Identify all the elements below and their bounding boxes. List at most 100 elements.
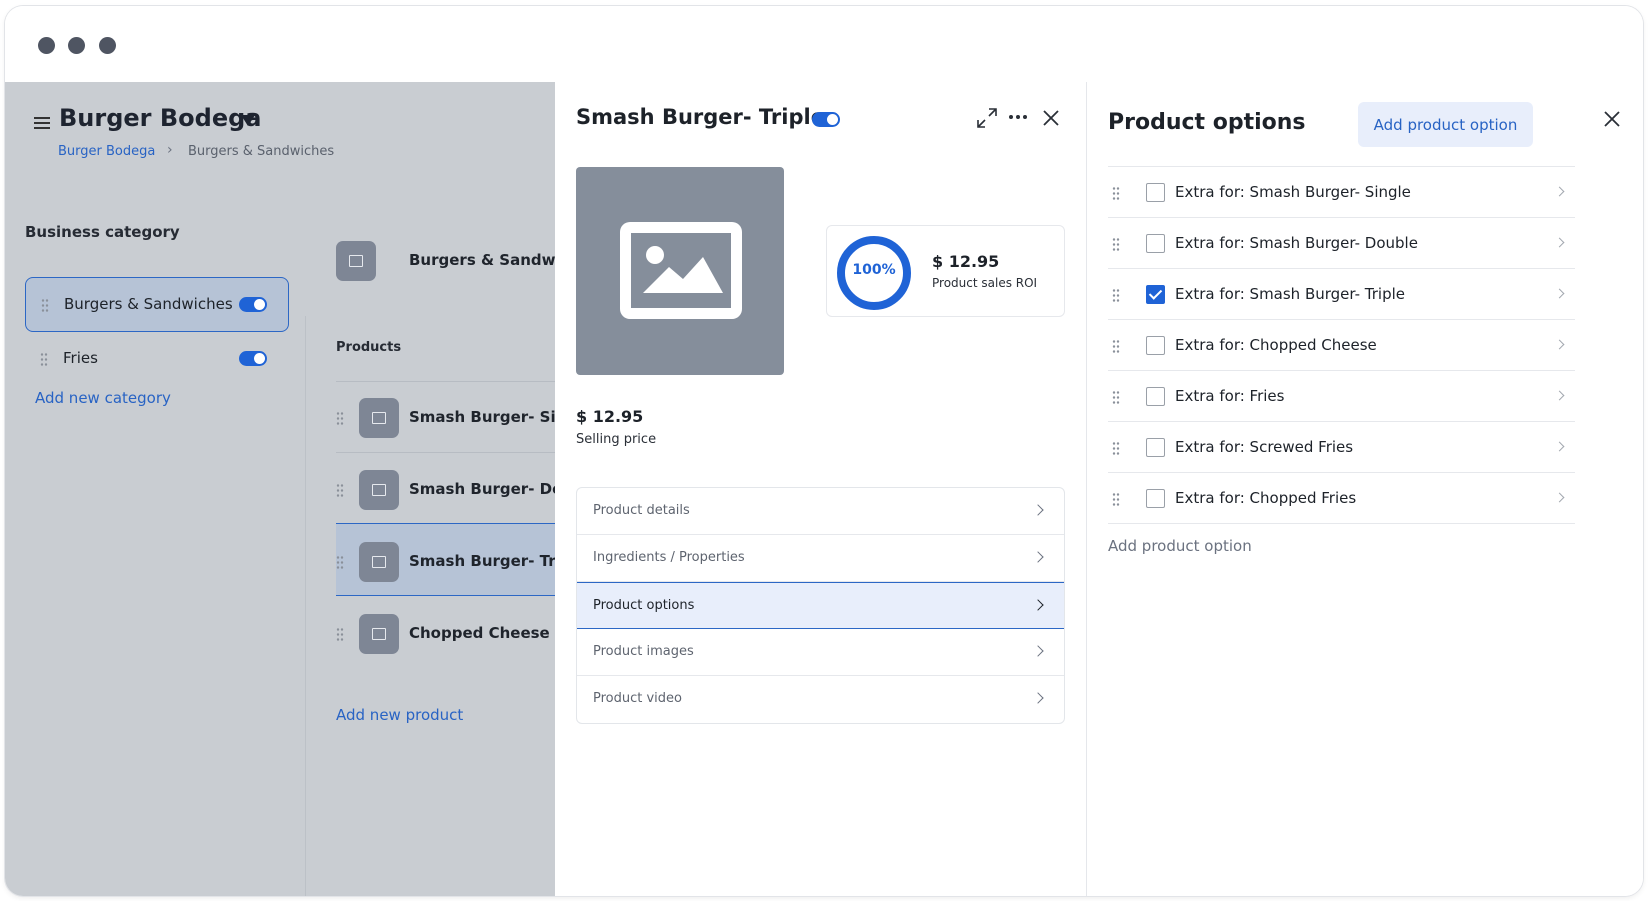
business-category-heading: Business category — [25, 223, 180, 241]
chevron-right-icon[interactable] — [1554, 339, 1565, 350]
option-checkbox[interactable] — [1146, 438, 1165, 457]
product-item[interactable]: Chopped Cheese — [409, 624, 555, 642]
option-label: Extra for: Smash Burger- Double — [1175, 234, 1418, 252]
brand-title[interactable]: Burger Bodega — [59, 104, 261, 132]
drag-handle-icon[interactable] — [41, 298, 49, 312]
menu-item-label: Product video — [593, 691, 683, 706]
more-icon[interactable] — [1008, 114, 1028, 120]
option-row[interactable]: Extra for: Chopped Cheese — [1108, 320, 1575, 371]
roi-card: 100% $ 12.95 Product sales ROI — [826, 225, 1065, 317]
product-title: Smash Burger- Triple — [576, 105, 825, 129]
chevron-right-icon[interactable] — [1554, 186, 1565, 197]
product-section-menu: Product details Ingredients / Properties… — [576, 487, 1065, 724]
drag-handle-icon[interactable] — [1112, 237, 1120, 251]
row-divider — [336, 381, 555, 382]
option-checkbox[interactable] — [1146, 489, 1165, 508]
drag-handle-icon[interactable] — [1112, 441, 1120, 455]
close-icon[interactable] — [1603, 110, 1621, 128]
option-row[interactable]: Extra for: Smash Burger- Single — [1108, 167, 1575, 218]
window-control-dot[interactable] — [38, 37, 55, 54]
add-category-link[interactable]: Add new category — [35, 389, 171, 407]
roi-progress-ring: 100% — [837, 236, 911, 310]
chevron-right-icon[interactable] — [1554, 390, 1565, 401]
roi-label: Product sales ROI — [932, 276, 1038, 290]
drag-handle-icon[interactable] — [1112, 339, 1120, 353]
chevron-right-icon — [1032, 692, 1044, 704]
option-label: Extra for: Fries — [1175, 387, 1285, 405]
chevron-right-icon — [1032, 504, 1044, 516]
add-product-link[interactable]: Add new product — [336, 706, 463, 724]
drag-handle-icon[interactable] — [336, 627, 344, 641]
caret-down-icon[interactable] — [241, 115, 255, 126]
drag-handle-icon[interactable] — [1112, 390, 1120, 404]
product-image-icon — [359, 614, 399, 654]
drag-handle-icon[interactable] — [336, 411, 344, 425]
option-row[interactable]: Extra for: Smash Burger- Double — [1108, 218, 1575, 269]
menu-item-label: Product details — [593, 503, 690, 518]
selling-price: $ 12.95 — [576, 407, 644, 426]
chevron-right-icon[interactable] — [1554, 288, 1565, 299]
breadcrumb-separator-icon: › — [167, 142, 173, 158]
background-workspace: Burger Bodega Burger Bodega › Burgers & … — [5, 82, 599, 896]
category-item-burgers[interactable]: Burgers & Sandwiches — [25, 277, 289, 332]
product-options-panel: Product options Add product option Extra… — [1087, 82, 1643, 896]
app-window: Burger Bodega Burger Bodega › Burgers & … — [5, 6, 1643, 896]
option-label: Extra for: Smash Burger- Single — [1175, 183, 1411, 201]
category-item-fries[interactable]: Fries — [63, 349, 98, 367]
drag-handle-icon[interactable] — [1112, 186, 1120, 200]
product-options-title: Product options — [1108, 110, 1306, 135]
breadcrumb-current: Burgers & Sandwiches — [188, 144, 335, 159]
category-toggle[interactable] — [239, 351, 267, 366]
category-label: Burgers & Sandwiches — [64, 295, 233, 313]
option-checkbox[interactable] — [1146, 336, 1165, 355]
menu-item-product-video[interactable]: Product video — [577, 676, 1064, 723]
product-item[interactable]: Smash Burger- Single — [409, 408, 555, 426]
option-row[interactable]: Extra for: Chopped Fries — [1108, 473, 1575, 524]
title-bar — [5, 6, 1643, 82]
product-enabled-toggle[interactable] — [812, 112, 840, 127]
roi-price: $ 12.95 — [932, 252, 1000, 271]
add-product-option-link[interactable]: Add product option — [1108, 537, 1252, 555]
category-image-icon — [336, 241, 376, 281]
product-image-icon — [359, 470, 399, 510]
product-image-icon — [359, 398, 399, 438]
option-checkbox[interactable] — [1146, 234, 1165, 253]
option-row[interactable]: Extra for: Smash Burger- Triple — [1108, 269, 1575, 320]
option-checkbox[interactable] — [1146, 183, 1165, 202]
breadcrumb-home[interactable]: Burger Bodega — [58, 144, 155, 159]
drag-handle-icon[interactable] — [40, 352, 48, 366]
chevron-right-icon — [1032, 645, 1044, 657]
option-label: Extra for: Chopped Cheese — [1175, 336, 1377, 354]
chevron-right-icon — [1032, 599, 1044, 611]
menu-item-label: Product images — [593, 644, 694, 659]
menu-item-ingredients[interactable]: Ingredients / Properties — [577, 535, 1064, 582]
drag-handle-icon[interactable] — [1112, 492, 1120, 506]
expand-icon[interactable] — [976, 107, 998, 129]
add-product-option-button[interactable]: Add product option — [1358, 102, 1533, 147]
product-item[interactable]: Smash Burger- Double — [409, 480, 555, 498]
product-image-placeholder[interactable] — [576, 167, 784, 375]
product-image-icon — [359, 542, 399, 582]
chevron-right-icon[interactable] — [1554, 441, 1565, 452]
product-item-label[interactable]: Smash Burger- Triple — [409, 552, 555, 570]
option-row[interactable]: Extra for: Screwed Fries — [1108, 422, 1575, 473]
category-toggle[interactable] — [239, 297, 267, 312]
option-checkbox[interactable] — [1146, 387, 1165, 406]
option-checkbox-checked[interactable] — [1146, 285, 1165, 304]
option-label: Extra for: Smash Burger- Triple — [1175, 285, 1406, 303]
menu-item-product-images[interactable]: Product images — [577, 629, 1064, 676]
menu-icon[interactable] — [34, 117, 50, 129]
image-icon — [620, 222, 742, 319]
drag-handle-icon[interactable] — [336, 483, 344, 497]
window-control-dot[interactable] — [99, 37, 116, 54]
product-options-list: Extra for: Smash Burger- Single Extra fo… — [1108, 166, 1575, 524]
drag-handle-icon[interactable] — [1112, 288, 1120, 302]
window-control-dot[interactable] — [68, 37, 85, 54]
drag-handle-icon[interactable] — [336, 555, 344, 569]
menu-item-product-details[interactable]: Product details — [577, 488, 1064, 535]
option-row[interactable]: Extra for: Fries — [1108, 371, 1575, 422]
menu-item-product-options[interactable]: Product options — [577, 582, 1064, 629]
chevron-right-icon[interactable] — [1554, 492, 1565, 503]
chevron-right-icon[interactable] — [1554, 237, 1565, 248]
close-icon[interactable] — [1042, 109, 1060, 127]
